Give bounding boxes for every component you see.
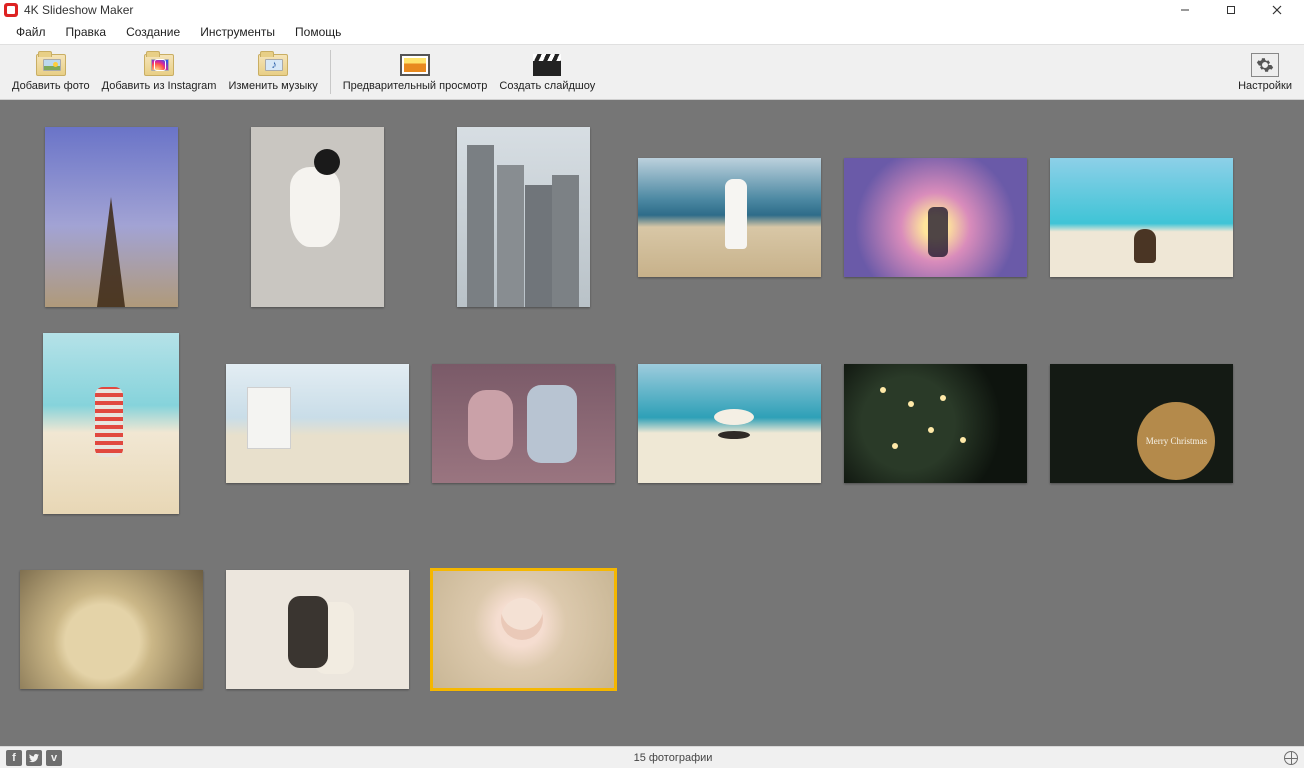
thumbnail-cell: [214, 526, 420, 732]
thumbnail-cell: [8, 526, 214, 732]
thumbnail-cell: [8, 320, 214, 526]
photo-gallery[interactable]: [0, 100, 1304, 746]
thumbnail-beach-walking[interactable]: [638, 158, 821, 277]
gear-icon: [1251, 53, 1279, 77]
thumbnail-hat-beach[interactable]: [638, 364, 821, 483]
twitter-icon[interactable]: [26, 750, 42, 766]
thumbnail-cell: [1038, 114, 1244, 320]
minimize-button[interactable]: [1162, 0, 1208, 20]
thumbnail-christmas-tree[interactable]: [844, 364, 1027, 483]
thumbnail-cell: [8, 114, 214, 320]
thumbnail-family-kiss[interactable]: [432, 364, 615, 483]
facebook-icon[interactable]: f: [6, 750, 22, 766]
thumbnail-cell: [1038, 320, 1244, 526]
thumbnail-beach-kneeling[interactable]: [43, 333, 179, 514]
thumbnail-city-skyline[interactable]: [457, 127, 590, 307]
close-button[interactable]: [1254, 0, 1300, 20]
thumbnail-eiffel-tower[interactable]: [45, 127, 178, 307]
social-links: f v: [6, 750, 62, 766]
settings-button[interactable]: Настройки: [1232, 45, 1298, 99]
thumbnail-cell: [214, 320, 420, 526]
thumbnail-wedding-couple[interactable]: [226, 570, 409, 689]
thumbnail-cell: [832, 114, 1038, 320]
change-music-button[interactable]: Изменить музыку: [222, 45, 323, 99]
thumbnail-wedding-rings[interactable]: [20, 570, 203, 689]
title-bar: 4K Slideshow Maker: [0, 0, 1304, 20]
maximize-button[interactable]: [1208, 0, 1254, 20]
thumbnail-girl-sitting[interactable]: [251, 127, 384, 307]
vimeo-icon[interactable]: v: [46, 750, 62, 766]
status-text: 15 фотографии: [62, 752, 1284, 764]
create-slideshow-button[interactable]: Создать слайдшоу: [493, 45, 601, 99]
status-bar: f v 15 фотографии: [0, 746, 1304, 768]
app-icon: [4, 3, 18, 17]
clapper-icon: [533, 54, 561, 76]
thumbnail-lifeguard-stand[interactable]: [226, 364, 409, 483]
thumbnail-baby-blanket[interactable]: [432, 570, 615, 689]
thumbnail-cell: [626, 114, 832, 320]
folder-music-icon: [258, 54, 288, 76]
window-title: 4K Slideshow Maker: [24, 3, 133, 17]
menu-bar: Файл Правка Создание Инструменты Помощь: [0, 20, 1304, 44]
app-window: 4K Slideshow Maker Файл Правка Создание …: [0, 0, 1304, 768]
folder-photo-icon: [36, 54, 66, 76]
thumbnail-cell: [420, 320, 626, 526]
thumbnail-sunset-heart[interactable]: [844, 158, 1027, 277]
add-photo-button[interactable]: Добавить фото: [6, 45, 96, 99]
thumbnail-cell: [214, 114, 420, 320]
add-instagram-button[interactable]: Добавить из Instagram: [96, 45, 223, 99]
window-controls: [1162, 0, 1300, 20]
menu-create[interactable]: Создание: [116, 22, 190, 42]
thumbnail-merry-christmas[interactable]: [1050, 364, 1233, 483]
thumbnail-cell: [626, 320, 832, 526]
menu-tools[interactable]: Инструменты: [190, 22, 285, 42]
toolbar: Добавить фото Добавить из Instagram Изме…: [0, 44, 1304, 100]
thumbnail-cell: [420, 526, 626, 732]
thumbnail-cell: [832, 320, 1038, 526]
preview-icon: [400, 54, 430, 76]
menu-file[interactable]: Файл: [6, 22, 56, 42]
toolbar-separator: [330, 50, 331, 94]
menu-edit[interactable]: Правка: [56, 22, 117, 42]
thumbnail-turquoise-beach[interactable]: [1050, 158, 1233, 277]
menu-help[interactable]: Помощь: [285, 22, 351, 42]
thumbnail-cell: [420, 114, 626, 320]
folder-instagram-icon: [144, 54, 174, 76]
globe-icon[interactable]: [1284, 751, 1298, 765]
preview-button[interactable]: Предварительный просмотр: [337, 45, 494, 99]
